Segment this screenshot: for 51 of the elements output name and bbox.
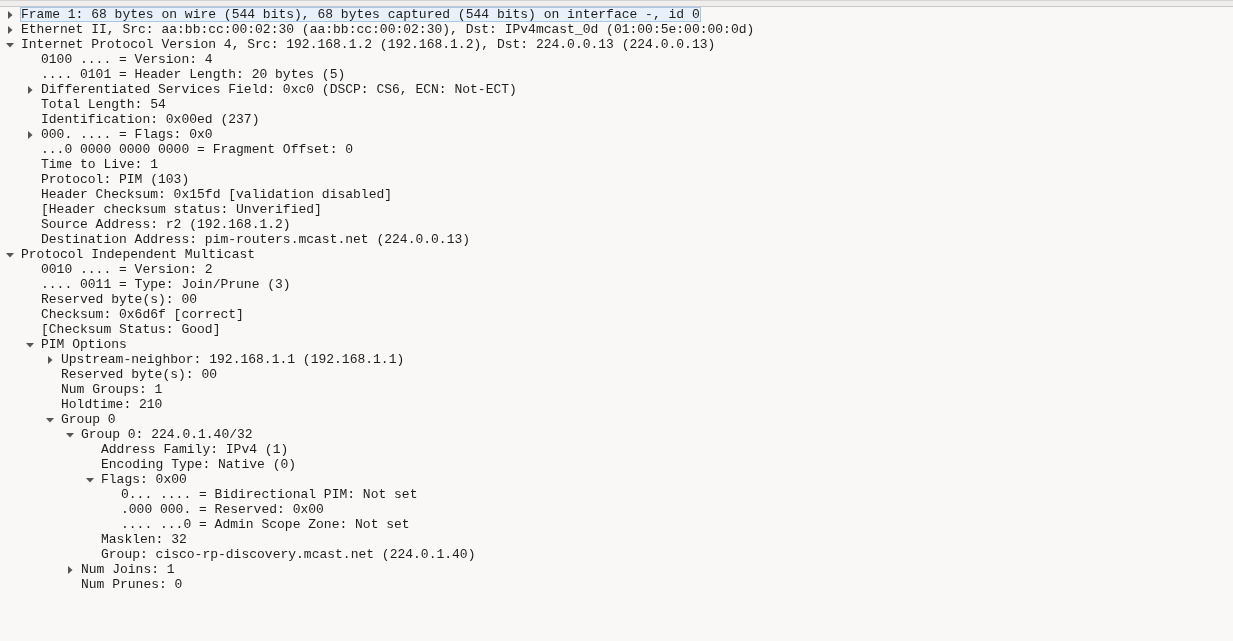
- tree-item[interactable]: ...0 0000 0000 0000 = Fragment Offset: 0: [40, 142, 355, 157]
- collapse-arrow-icon[interactable]: [46, 415, 54, 424]
- expand-arrow-icon[interactable]: [6, 10, 14, 19]
- expand-arrow-icon[interactable]: [66, 565, 74, 574]
- collapse-arrow-icon[interactable]: [66, 430, 74, 439]
- tree-item[interactable]: Num Joins: 1: [80, 562, 176, 577]
- tree-item[interactable]: Differentiated Services Field: 0xc0 (DSCP: CS6, ECN: Not-ECT): [40, 82, 518, 97]
- tree-item[interactable]: 0100 .... = Version: 4: [40, 52, 214, 67]
- tree-item[interactable]: Masklen: 32: [100, 532, 188, 547]
- tree-item[interactable]: Ethernet II, Src: aa:bb:cc:00:02:30 (aa:bb:cc:00:02:30), Dst: IPv4mcast_0d (01:00:5e:00:00:0d): [20, 22, 756, 37]
- tree-item[interactable]: Reserved byte(s): 00: [40, 292, 199, 307]
- tree-item[interactable]: Time to Live: 1: [40, 157, 160, 172]
- tree-item[interactable]: Num Groups: 1: [60, 382, 164, 397]
- expand-arrow-icon[interactable]: [26, 130, 34, 139]
- tree-item[interactable]: Reserved byte(s): 00: [60, 367, 219, 382]
- expand-arrow-icon[interactable]: [6, 25, 14, 34]
- collapse-arrow-icon[interactable]: [26, 340, 34, 349]
- tree-item[interactable]: [Checksum Status: Good]: [40, 322, 222, 337]
- tree-item[interactable]: .... 0011 = Type: Join/Prune (3): [40, 277, 292, 292]
- tree-item[interactable]: PIM Options: [40, 337, 128, 352]
- tree-item[interactable]: Encoding Type: Native (0): [100, 457, 298, 472]
- tree-item[interactable]: Frame 1: 68 bytes on wire (544 bits), 68 bytes captured (544 bits) on interface -, id 0: [20, 7, 701, 22]
- tree-item[interactable]: Group 0: 224.0.1.40/32: [80, 427, 254, 442]
- tree-item[interactable]: .... ...0 = Admin Scope Zone: Not set: [120, 517, 411, 532]
- tree-item[interactable]: Num Prunes: 0: [80, 577, 184, 592]
- tree-item[interactable]: [Header checksum status: Unverified]: [40, 202, 323, 217]
- collapse-arrow-icon[interactable]: [86, 475, 94, 484]
- collapse-arrow-icon[interactable]: [6, 40, 14, 49]
- tree-item[interactable]: 0010 .... = Version: 2: [40, 262, 214, 277]
- tree-item[interactable]: Source Address: r2 (192.168.1.2): [40, 217, 292, 232]
- tree-item[interactable]: 000. .... = Flags: 0x0: [40, 127, 214, 142]
- tree-item[interactable]: .... 0101 = Header Length: 20 bytes (5): [40, 67, 347, 82]
- tree-item[interactable]: Destination Address: pim-routers.mcast.net (224.0.0.13): [40, 232, 472, 247]
- tree-item[interactable]: Group: cisco-rp-discovery.mcast.net (224.0.1.40): [100, 547, 477, 562]
- tree-item[interactable]: Protocol: PIM (103): [40, 172, 191, 187]
- tree-item[interactable]: 0... .... = Bidirectional PIM: Not set: [120, 487, 419, 502]
- tree-item[interactable]: Total Length: 54: [40, 97, 167, 112]
- tree-item[interactable]: Address Family: IPv4 (1): [100, 442, 290, 457]
- expand-arrow-icon[interactable]: [26, 85, 34, 94]
- tree-item[interactable]: Holdtime: 210: [60, 397, 164, 412]
- tree-item[interactable]: Flags: 0x00: [100, 472, 188, 487]
- tree-item[interactable]: Internet Protocol Version 4, Src: 192.168.1.2 (192.168.1.2), Dst: 224.0.0.13 (224.0.0.13): [20, 37, 717, 52]
- expand-arrow-icon[interactable]: [46, 355, 54, 364]
- collapse-arrow-icon[interactable]: [6, 250, 14, 259]
- tree-item[interactable]: Identification: 0x00ed (237): [40, 112, 261, 127]
- tree-item[interactable]: Checksum: 0x6d6f [correct]: [40, 307, 245, 322]
- tree-item[interactable]: Protocol Independent Multicast: [20, 247, 257, 262]
- tree-item[interactable]: .000 000. = Reserved: 0x00: [120, 502, 325, 517]
- tree-item[interactable]: Upstream-neighbor: 192.168.1.1 (192.168.1.1): [60, 352, 406, 367]
- tree-item[interactable]: Header Checksum: 0x15fd [validation disabled]: [40, 187, 394, 202]
- tree-item[interactable]: Group 0: [60, 412, 117, 427]
